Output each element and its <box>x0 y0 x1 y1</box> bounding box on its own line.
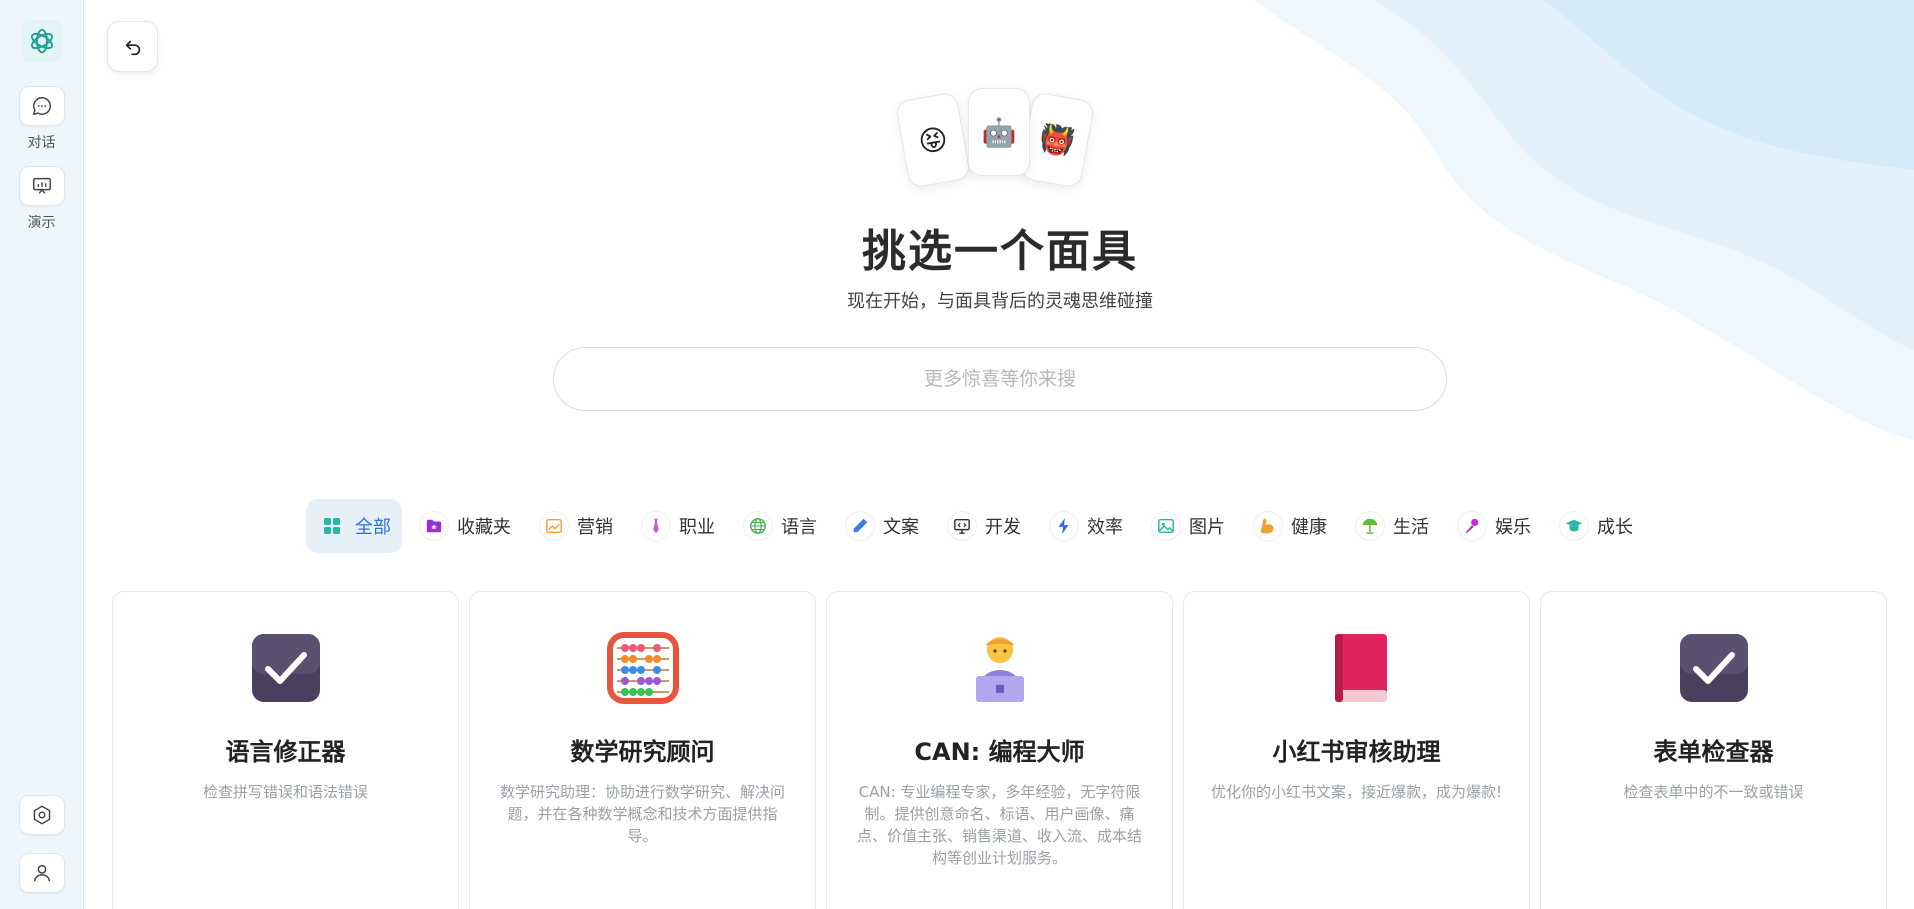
mask-description: 检查表单中的不一致或错误 <box>1623 783 1804 801</box>
tab-label: 全部 <box>355 517 391 538</box>
tab-marketing[interactable]: 营销 <box>528 499 624 553</box>
tie-icon <box>641 511 671 541</box>
mask-description: 数学研究助理：协助进行数学研究、解决问题，并在各种数学概念和技术方面提供指导。 <box>499 783 785 845</box>
muscle-icon <box>1253 511 1283 541</box>
mask-name: 数学研究顾问 <box>570 738 715 766</box>
user-button[interactable] <box>18 853 65 893</box>
robot-icon: 🤖 <box>981 115 1017 149</box>
presentation-button[interactable] <box>18 166 65 206</box>
image-icon <box>1151 511 1181 541</box>
chat-button[interactable] <box>18 86 65 126</box>
pencil-icon <box>845 511 875 541</box>
globe-icon <box>743 511 773 541</box>
programmer-icon <box>964 632 1036 704</box>
tab-label: 图片 <box>1189 517 1225 538</box>
tab-label: 健康 <box>1291 517 1327 538</box>
tab-all[interactable]: 全部 <box>306 499 402 553</box>
ogre-mask-icon: 👹 <box>1036 120 1078 160</box>
sidebar-bottom <box>18 795 65 893</box>
undo-arrow-icon <box>125 40 140 55</box>
mask-name: 小红书审核助理 <box>1272 738 1441 766</box>
tab-label: 效率 <box>1087 517 1123 538</box>
monitor-icon <box>947 511 977 541</box>
mask-card[interactable]: 小红书审核助理 优化你的小红书文案，接近爆款，成为爆款! <box>1183 591 1530 909</box>
back-button[interactable] <box>107 21 158 72</box>
mask-grid: 语言修正器 检查拼写错误和语法错误 数学研究顾问 数学研究助理：协助进行数学研究… <box>112 591 1887 909</box>
tab-language[interactable]: 语言 <box>732 499 828 553</box>
sidebar-item-label: 演示 <box>27 215 56 231</box>
mask-description: CAN: 专业编程专家，多年经验，无字符限制。提供创意命名、标语、用户画像、痛点… <box>856 783 1142 867</box>
mask-card[interactable]: 数学研究顾问 数学研究助理：协助进行数学研究、解决问题，并在各种数学概念和技术方… <box>469 591 816 909</box>
folder-star-icon <box>419 511 449 541</box>
tab-label: 职业 <box>679 517 715 538</box>
tab-label: 文案 <box>883 517 919 538</box>
mask-card[interactable]: 表单检查器 检查表单中的不一致或错误 <box>1540 591 1887 909</box>
mask-cards-fan: 😝 🤖 👹 <box>894 88 1102 198</box>
search-input[interactable] <box>553 347 1447 411</box>
check-box-icon <box>1678 632 1750 704</box>
mask-description: 优化你的小红书文案，接近爆款，成为爆款! <box>1210 783 1502 801</box>
app-root: 对话 演示 😝 🤖 👹 挑选一个面具 现在开始，与面具背后的灵魂思维碰撞 更多惊… <box>0 0 1914 909</box>
check-box-icon <box>250 632 322 704</box>
tab-label: 生活 <box>1393 517 1429 538</box>
sidebar-item-chat[interactable]: 对话 <box>18 86 65 152</box>
user-icon <box>33 864 50 882</box>
red-book-icon <box>1321 632 1393 704</box>
tab-efficiency[interactable]: 效率 <box>1038 499 1134 553</box>
mask-name: 语言修正器 <box>225 738 346 766</box>
sidebar: 对话 演示 <box>0 0 84 909</box>
lightning-icon <box>1049 511 1079 541</box>
sidebar-item-label: 对话 <box>27 135 56 151</box>
openai-logo-icon <box>30 28 53 54</box>
sidebar-item-presentation[interactable]: 演示 <box>18 166 65 232</box>
tab-label: 营销 <box>577 517 613 538</box>
page-subtitle: 现在开始，与面具背后的灵魂思维碰撞 <box>847 291 1153 312</box>
abacus-icon <box>606 632 679 704</box>
chart-icon <box>539 511 569 541</box>
presentation-icon <box>32 177 51 194</box>
umbrella-icon <box>1355 511 1385 541</box>
mask-name: CAN: 编程大师 <box>914 738 1085 766</box>
tab-label: 开发 <box>985 517 1021 538</box>
mask-name: 表单检查器 <box>1653 738 1774 766</box>
tab-career[interactable]: 职业 <box>630 499 726 553</box>
tab-label: 语言 <box>781 517 817 538</box>
tab-copywriting[interactable]: 文案 <box>834 499 930 553</box>
grid-icon <box>317 511 347 541</box>
tab-label: 收藏夹 <box>457 517 511 538</box>
tab-life[interactable]: 生活 <box>1344 499 1440 553</box>
settings-button[interactable] <box>18 795 65 835</box>
tab-entertainment[interactable]: 娱乐 <box>1446 499 1542 553</box>
tab-favorites[interactable]: 收藏夹 <box>408 499 522 553</box>
laughing-face-icon: 😝 <box>915 121 951 159</box>
tab-health[interactable]: 健康 <box>1242 499 1338 553</box>
tab-label: 娱乐 <box>1495 517 1531 538</box>
tab-label: 成长 <box>1597 517 1633 538</box>
app-logo[interactable] <box>20 20 63 62</box>
fan-card-left: 😝 <box>894 91 972 189</box>
settings-icon <box>33 805 50 825</box>
graduation-cap-icon <box>1559 511 1589 541</box>
tab-development[interactable]: 开发 <box>936 499 1032 553</box>
mask-card[interactable]: CAN: 编程大师 CAN: 专业编程专家，多年经验，无字符限制。提供创意命名、… <box>826 591 1173 909</box>
mask-description: 检查拼写错误和语法错误 <box>202 783 368 801</box>
fan-card-right: 👹 <box>1018 91 1096 189</box>
category-tabs: 全部 收藏夹 营销 职业 语言 文案 开发 效率 图片 健康 生活 娱乐 成长 <box>306 499 1644 553</box>
page-title: 挑选一个面具 <box>862 226 1138 277</box>
chat-bubble-icon <box>32 97 51 116</box>
tab-images[interactable]: 图片 <box>1140 499 1236 553</box>
microphone-icon <box>1457 511 1487 541</box>
mask-card[interactable]: 语言修正器 检查拼写错误和语法错误 <box>112 591 459 909</box>
tab-growth[interactable]: 成长 <box>1548 499 1644 553</box>
fan-card-middle: 🤖 <box>968 88 1030 176</box>
